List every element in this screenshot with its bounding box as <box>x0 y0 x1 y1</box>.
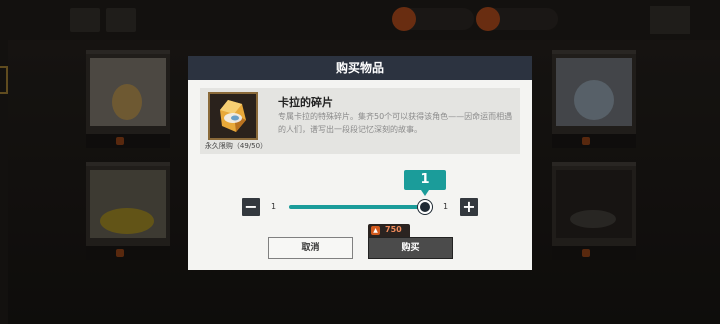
quantity-value-bubble: 1 <box>404 170 446 196</box>
purchase-cost-value: 750 <box>385 225 402 234</box>
purchase-dialog: 购买物品 永久限购（49/50） 卡拉的碎片 专属卡拉的特殊碎片。集齐50个可以… <box>188 56 532 270</box>
purchase-limit: 永久限购（49/50） <box>204 142 268 150</box>
quantity-slider-handle[interactable] <box>418 200 432 214</box>
item-info-panel: 永久限购（49/50） 卡拉的碎片 专属卡拉的特殊碎片。集齐50个可以获得该角色… <box>200 88 520 154</box>
quantity-slider-track[interactable] <box>289 205 425 209</box>
currency-flame-icon: ▲ <box>371 226 380 235</box>
item-description: 专属卡拉的特殊碎片。集齐50个可以获得该角色——因命运而相遇的人们，谱写出一段段… <box>278 112 513 134</box>
quantity-max-label: 1 <box>443 202 449 211</box>
buy-button[interactable]: 购买 <box>368 237 453 259</box>
item-thumbnail <box>208 92 258 140</box>
cancel-button[interactable]: 取消 <box>268 237 353 259</box>
crystal-shard-icon <box>210 94 256 138</box>
purchase-cost-tag: ▲ 750 <box>368 224 410 237</box>
item-name: 卡拉的碎片 <box>278 96 333 109</box>
decrease-quantity-button[interactable]: − <box>242 198 260 216</box>
increase-quantity-button[interactable]: + <box>460 198 478 216</box>
quantity-min-label: 1 <box>271 202 277 211</box>
dialog-title: 购买物品 <box>188 56 532 80</box>
